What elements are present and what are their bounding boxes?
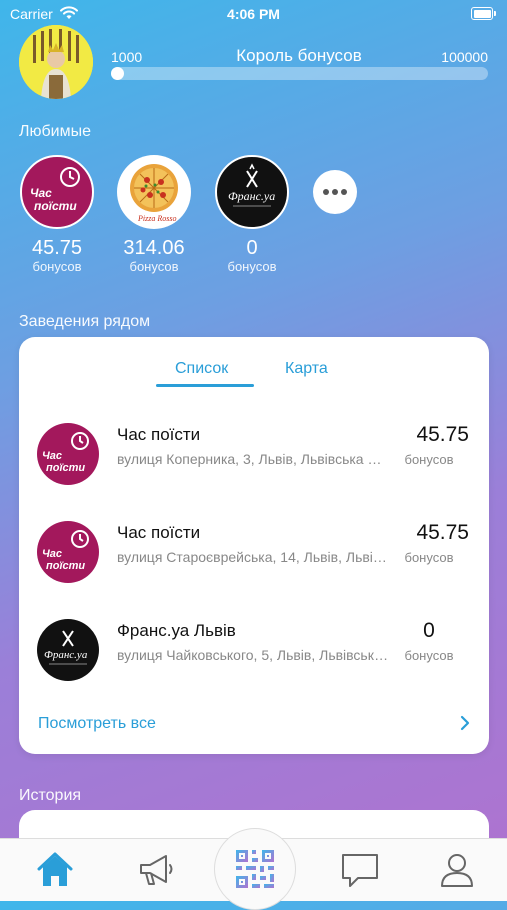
home-icon[interactable] <box>35 851 75 889</box>
chevron-right-icon[interactable] <box>459 713 471 733</box>
frans-ua-logo: Франс.уа <box>215 155 289 229</box>
venue-name: Франс.уа Львів <box>117 621 236 640</box>
favorite-bonus-value: 45.75 <box>31 237 83 259</box>
favorite-bonus-caption: бонусов <box>129 259 179 274</box>
favorite-bonus-caption: бонусов <box>32 259 82 274</box>
see-all-link[interactable]: Посмотреть все <box>38 715 156 733</box>
chat-icon[interactable] <box>340 851 380 889</box>
level-progress-bar <box>111 67 488 80</box>
tab-list[interactable]: Список <box>175 360 228 378</box>
venue-address: вулиця Староєврейська, 14, Львів, Львівс… <box>117 549 389 565</box>
venue-bonus-value: 0 <box>423 619 435 642</box>
svg-text:Час: Час <box>42 450 62 462</box>
venue-name: Час поїсти <box>117 523 201 542</box>
svg-text:Час: Час <box>42 548 62 560</box>
nearby-card: Список Карта Час поїсти Час поїсти вулиц… <box>19 337 489 754</box>
level-title: Король бонусов <box>236 46 362 65</box>
svg-text:Франс.уа: Франс.уа <box>228 189 275 203</box>
avatar[interactable] <box>19 25 93 99</box>
list-item[interactable]: Франс.уа Франс.уа Львів вулиця Чайковськ… <box>19 613 489 693</box>
ellipsis-icon <box>323 189 329 195</box>
venue-name: Час поїсти <box>117 425 201 444</box>
favorite-bonus-caption: бонусов <box>227 259 277 274</box>
favorite-item[interactable]: Франс.уа 0 бонусов <box>215 155 289 274</box>
chas-poisty-logo: Час поїсти <box>37 423 99 485</box>
history-title: История <box>19 787 82 804</box>
status-bar: Carrier 4:06 PM <box>0 0 507 28</box>
venue-address: вулиця Чайковського, 5, Львів, Львівська… <box>117 647 389 663</box>
chas-poisty-logo: Час поїсти <box>37 521 99 583</box>
king-avatar-icon <box>19 25 93 99</box>
qr-code-button[interactable] <box>214 828 296 910</box>
svg-text:поїсти: поїсти <box>46 462 85 474</box>
megaphone-icon[interactable] <box>136 851 176 889</box>
venue-address: вулиця Коперника, 3, Львів, Львівська об… <box>117 451 389 467</box>
favorite-bonus-value: 314.06 <box>123 237 185 259</box>
active-tab-indicator <box>156 384 254 387</box>
clock: 4:06 PM <box>227 6 280 22</box>
battery-icon <box>471 7 496 20</box>
venue-bonus-value: 45.75 <box>416 423 469 446</box>
tab-map[interactable]: Карта <box>285 360 328 378</box>
svg-text:Pizza Rosso: Pizza Rosso <box>137 214 176 223</box>
profile-icon[interactable] <box>437 851 477 889</box>
svg-text:поїсти: поїсти <box>34 199 77 213</box>
more-favorites-button[interactable] <box>313 170 357 214</box>
list-item[interactable]: Час поїсти Час поїсти вулиця Староєврейс… <box>19 515 489 595</box>
svg-text:Франс.уа: Франс.уа <box>44 649 88 661</box>
svg-text:поїсти: поїсти <box>46 560 85 572</box>
svg-text:Час: Час <box>30 186 52 200</box>
favorite-item[interactable]: Час поїсти 45.75 бонусов <box>20 155 94 274</box>
qr-code-icon <box>236 850 274 888</box>
venue-bonus-caption: бонусов <box>404 648 454 663</box>
pizza-logo: Pizza Rosso <box>117 155 191 229</box>
favorite-bonus-value: 0 <box>246 237 258 259</box>
favorites-title: Любимые <box>19 123 91 140</box>
level-max-label: 100000 <box>441 49 488 65</box>
frans-ua-logo: Франс.уа <box>37 619 99 681</box>
venue-bonus-value: 45.75 <box>416 521 469 544</box>
list-item[interactable]: Час поїсти Час поїсти вулиця Коперника, … <box>19 417 489 497</box>
venue-bonus-caption: бонусов <box>404 550 454 565</box>
favorite-item[interactable]: Pizza Rosso 314.06 бонусов <box>117 155 191 274</box>
level-progress-fill <box>111 67 124 80</box>
nearby-title: Заведения рядом <box>19 313 151 330</box>
chas-poisty-logo: Час поїсти <box>20 155 94 229</box>
venue-bonus-caption: бонусов <box>404 452 454 467</box>
